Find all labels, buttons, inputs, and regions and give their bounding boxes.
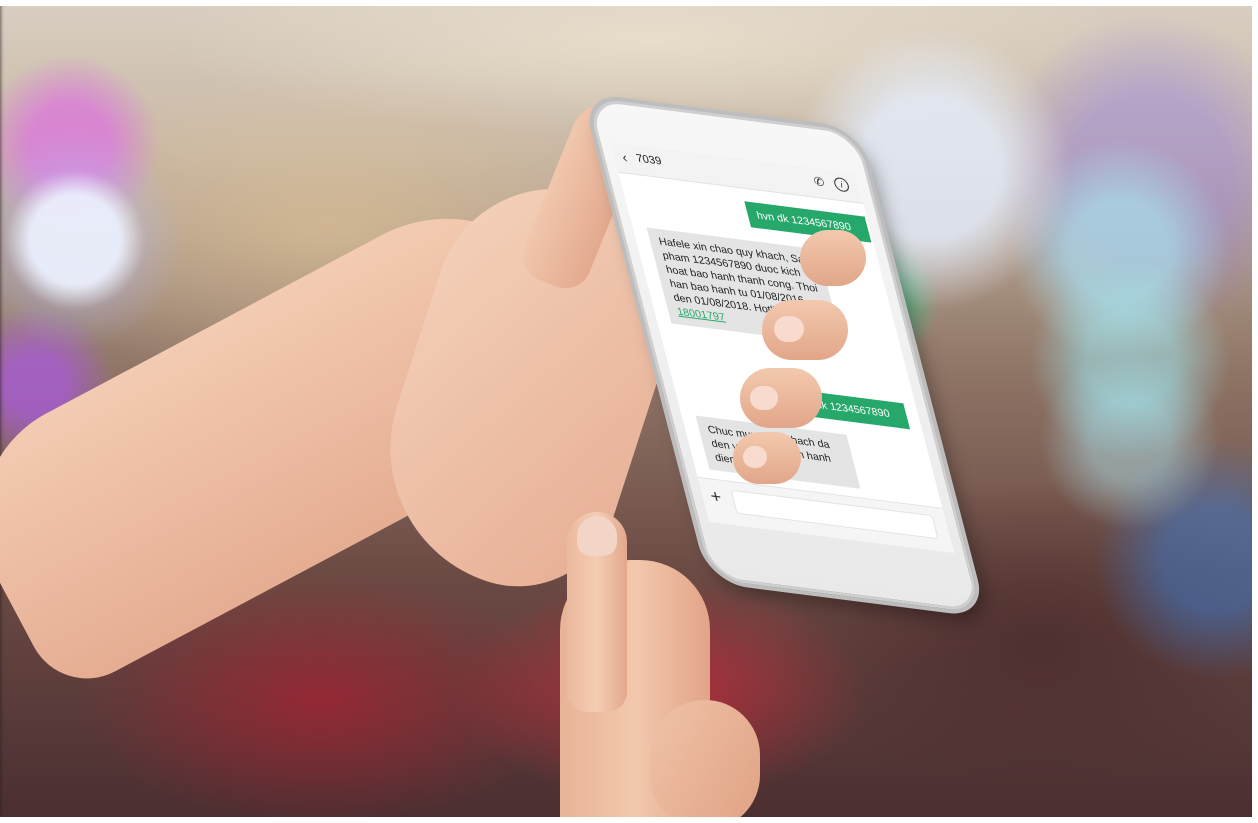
plus-icon[interactable]: + [708, 486, 724, 507]
holding-finger [740, 368, 822, 428]
pointing-knuckle [650, 700, 760, 823]
conversation-header: ‹ 7039 ✆ i [610, 141, 864, 204]
holding-finger [733, 432, 801, 484]
holding-finger [800, 230, 866, 286]
holding-finger [762, 300, 848, 360]
image-border [1252, 0, 1258, 823]
call-icon[interactable]: ✆ [812, 174, 830, 190]
info-icon[interactable]: i [832, 176, 851, 193]
image-border [0, 0, 1258, 6]
compose-bar: + [697, 476, 955, 553]
message-input[interactable] [730, 489, 939, 540]
contact-name: 7039 [634, 152, 664, 168]
image-border [0, 817, 1258, 823]
finger-nail [774, 316, 804, 342]
finger-nail [750, 386, 778, 410]
finger-nail [743, 446, 767, 468]
pointing-nail [577, 516, 617, 556]
photo-scene: ‹ 7039 ✆ i hvn dk 1234567890 Hafele xin … [0, 0, 1258, 823]
